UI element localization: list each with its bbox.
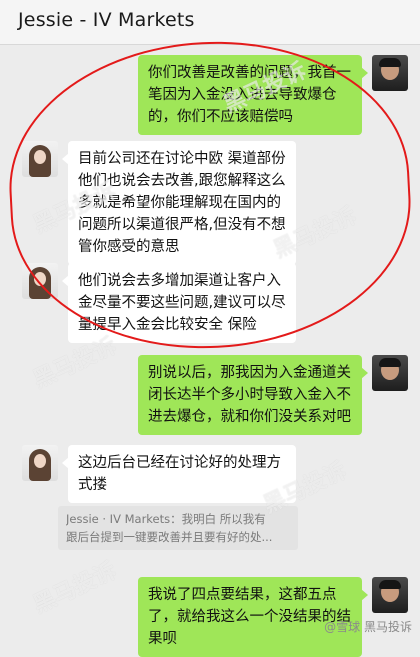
chat-header: Jessie - IV Markets — [0, 0, 420, 45]
contact-avatar[interactable] — [22, 445, 58, 481]
user-avatar[interactable] — [372, 355, 408, 391]
received-message-bubble: 这边后台已经在讨论好的处理方式搂 — [62, 445, 296, 503]
sent-message-bubble: 别说以后，那我因为入金通道关闭长达半个多小时导致入金入不进去爆仓，就和你们没关系… — [138, 355, 368, 435]
received-message-bubble: 他们说会去多增加渠道让客户入金尽量不要这些问题,建议可以尽量提早入金会比较安全 … — [62, 263, 296, 343]
contact-avatar[interactable] — [22, 141, 58, 177]
user-avatar[interactable] — [372, 577, 408, 613]
quote-line: 跟后台提到一键要改善并且要有好的处... — [66, 530, 273, 544]
footer-watermark: @雪球 黑马投诉 — [324, 620, 412, 634]
user-avatar[interactable] — [372, 55, 408, 91]
sent-message-bubble: 你们改善是改善的问题，我首一笔因为入金没入进去导致爆仓的，你们不应该赔偿吗 — [138, 55, 368, 135]
chat-title: Jessie - IV Markets — [18, 9, 195, 31]
quote-line: Jessie · IV Markets：我明白 所以我有 — [66, 512, 266, 526]
quoted-message[interactable]: Jessie · IV Markets：我明白 所以我有 跟后台提到一键要改善并… — [58, 506, 298, 550]
sent-message-bubble: 我说了四点要结果，这都五点了，就给我这么一个没结果的结果呗 — [138, 577, 368, 657]
contact-avatar[interactable] — [22, 263, 58, 299]
chat-area[interactable]: 你们改善是改善的问题，我首一笔因为入金没入进去导致爆仓的，你们不应该赔偿吗 目前… — [0, 45, 420, 657]
received-message-bubble: 目前公司还在讨论中欧 渠道部份他们也说会去改善,跟您解释这么多就是希望你能理解现… — [62, 141, 296, 265]
